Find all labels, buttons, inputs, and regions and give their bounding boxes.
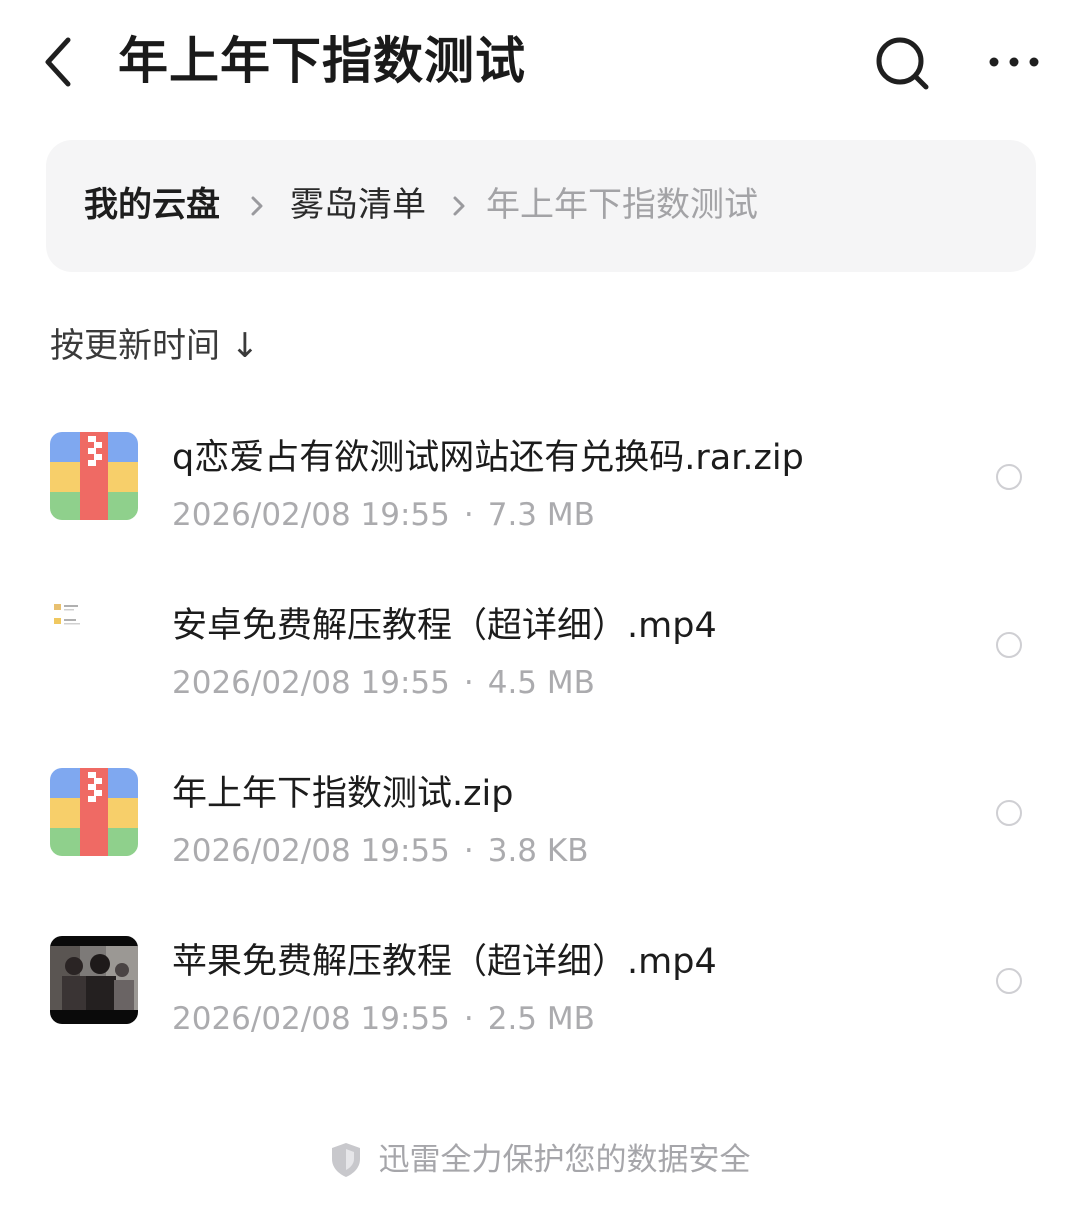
select-radio[interactable] (996, 968, 1022, 994)
video-thumbnail (50, 936, 138, 1024)
file-date: 2026/02/08 19:55 (172, 497, 450, 533)
breadcrumb-item-folder[interactable]: 雾岛清单 (290, 182, 426, 228)
file-row[interactable]: 年上年下指数测试.zip 2026/02/08 19:55 · 3.8 KB (0, 736, 1080, 896)
meta-separator: · (463, 665, 474, 701)
chevron-right-icon (453, 196, 465, 216)
video-thumbnail (50, 600, 138, 688)
select-radio[interactable] (996, 464, 1022, 490)
zip-archive-icon (50, 768, 138, 856)
file-name: 安卓免费解压教程（超详细）.mp4 (172, 606, 717, 646)
file-meta: 2026/02/08 19:55 · 4.5 MB (172, 660, 595, 706)
file-date: 2026/02/08 19:55 (172, 833, 450, 869)
meta-separator: · (463, 1001, 474, 1037)
page-title: 年上年下指数测试 (118, 32, 526, 90)
file-size: 3.8 KB (487, 833, 589, 869)
file-name: q恋爱占有欲测试网站还有兑换码.rar.zip (172, 438, 804, 478)
file-date: 2026/02/08 19:55 (172, 665, 450, 701)
shield-icon (332, 1143, 361, 1177)
breadcrumb-item-current: 年上年下指数测试 (486, 185, 758, 225)
breadcrumb: 我的云盘 雾岛清单 年上年下指数测试 (46, 140, 1036, 272)
file-size: 7.3 MB (487, 497, 595, 533)
file-name: 苹果免费解压教程（超详细）.mp4 (172, 942, 717, 982)
more-horizontal-icon[interactable] (984, 44, 1044, 80)
file-meta: 2026/02/08 19:55 · 2.5 MB (172, 996, 595, 1042)
file-meta: 2026/02/08 19:55 · 3.8 KB (172, 828, 588, 874)
file-row[interactable]: 苹果免费解压教程（超详细）.mp4 2026/02/08 19:55 · 2.5 M… (0, 904, 1080, 1064)
breadcrumb-item-my-cloud[interactable]: 我的云盘 (84, 182, 220, 228)
file-size: 2.5 MB (487, 1001, 595, 1037)
footer-text: 迅雷全力保护您的数据安全 (378, 1142, 751, 1178)
meta-separator: · (463, 497, 474, 533)
meta-separator: · (463, 833, 474, 869)
top-bar: 年上年下指数测试 (0, 0, 1080, 120)
select-radio[interactable] (996, 800, 1022, 826)
file-name: 年上年下指数测试.zip (172, 774, 514, 814)
file-meta: 2026/02/08 19:55 · 7.3 MB (172, 492, 595, 538)
chevron-left-icon[interactable] (38, 34, 86, 90)
chevron-right-icon (251, 196, 263, 216)
sort-toggle[interactable]: 按更新时间 ↓ (50, 322, 259, 370)
file-row[interactable]: q恋爱占有欲测试网站还有兑换码.rar.zip 2026/02/08 19:55… (0, 400, 1080, 560)
file-date: 2026/02/08 19:55 (172, 1001, 450, 1037)
search-icon[interactable] (872, 34, 932, 94)
security-footer: 迅雷全力保护您的数据安全 (0, 1138, 1080, 1186)
zip-archive-icon (50, 432, 138, 520)
file-size: 4.5 MB (487, 665, 595, 701)
file-row[interactable]: 安卓免费解压教程（超详细）.mp4 2026/02/08 19:55 · 4.5 M… (0, 568, 1080, 728)
select-radio[interactable] (996, 632, 1022, 658)
footer-content: 迅雷全力保护您的数据安全 (329, 1138, 751, 1182)
